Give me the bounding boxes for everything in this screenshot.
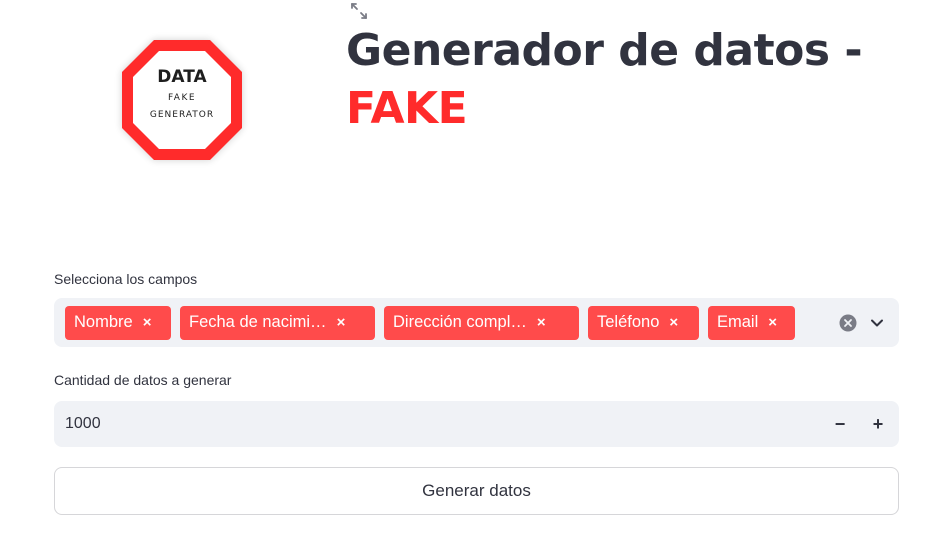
tag-label: Nombre: [74, 313, 133, 331]
app-root: DATA FAKE GENERATOR Generador de datos -…: [0, 0, 940, 553]
quantity-stepper: − +: [54, 401, 899, 447]
tag-remove-icon[interactable]: ×: [768, 315, 777, 330]
quantity-label: Cantidad de datos a generar: [54, 372, 232, 388]
selected-tag-nombre[interactable]: Nombre ×: [65, 305, 171, 340]
tag-remove-icon[interactable]: ×: [537, 315, 546, 330]
tag-label: Teléfono: [597, 313, 660, 331]
quantity-input[interactable]: [54, 414, 821, 434]
logo-text-generator: GENERATOR: [150, 110, 214, 120]
tag-label: Dirección compl…: [393, 313, 527, 331]
tag-label: Fecha de nacimi…: [189, 313, 327, 331]
selected-tag-fecha-nacimiento[interactable]: Fecha de nacimi… ×: [180, 305, 375, 340]
clear-all-icon[interactable]: [839, 314, 857, 332]
page-title-accent: FAKE: [346, 83, 468, 134]
selected-tag-telefono[interactable]: Teléfono ×: [588, 305, 699, 340]
logo-text-fake: FAKE: [168, 93, 196, 103]
multiselect-controls: [839, 298, 885, 347]
generate-data-button[interactable]: Generar datos: [54, 467, 899, 515]
chevron-down-icon[interactable]: [869, 315, 885, 331]
fields-select-label: Selecciona los campos: [54, 271, 198, 287]
selected-tag-direccion-completa[interactable]: Dirección compl… ×: [384, 305, 579, 340]
tag-label: Email: [717, 313, 759, 331]
logo: DATA FAKE GENERATOR: [112, 30, 252, 170]
tag-remove-icon[interactable]: ×: [669, 315, 678, 330]
increment-button[interactable]: +: [859, 401, 897, 447]
fullscreen-expand-icon[interactable]: [349, 1, 369, 21]
page-title: Generador de datos - FAKE: [346, 22, 906, 138]
fields-multiselect[interactable]: Nombre × Fecha de nacimi… × Dirección co…: [54, 298, 899, 347]
tag-remove-icon[interactable]: ×: [143, 315, 152, 330]
selected-tag-email[interactable]: Email ×: [708, 305, 795, 340]
logo-text-data: DATA: [157, 67, 207, 87]
page-title-main: Generador de datos -: [346, 25, 863, 76]
logo-image: DATA FAKE GENERATOR: [122, 40, 242, 160]
tag-remove-icon[interactable]: ×: [337, 315, 346, 330]
decrement-button[interactable]: −: [821, 401, 859, 447]
